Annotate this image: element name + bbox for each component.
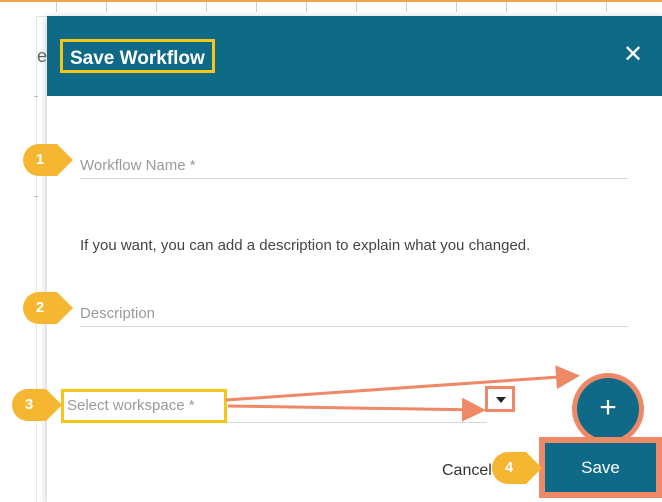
workspace-select[interactable]: Select workspace *	[61, 389, 227, 423]
workspace-dropdown-button[interactable]	[485, 386, 515, 412]
callout-badge-1: 1	[23, 144, 73, 176]
close-icon[interactable]: ✕	[621, 43, 645, 67]
plus-icon: +	[577, 378, 639, 440]
save-workflow-dialog: Save Workflow ✕ If you want, you can add…	[47, 16, 662, 502]
workspace-underline	[227, 422, 487, 423]
callout-badge-3: 3	[12, 389, 62, 421]
callout-badge-4: 4	[492, 452, 542, 484]
callout-badge-2: 2	[23, 292, 73, 324]
add-workspace-button[interactable]: +	[572, 373, 644, 445]
save-button-label: Save	[545, 443, 656, 492]
background-ruler	[36, 2, 662, 17]
background-left-panel	[0, 16, 38, 502]
description-input[interactable]	[80, 300, 628, 327]
workflow-name-input[interactable]	[80, 152, 628, 179]
background-partial-text: e	[37, 46, 48, 66]
chevron-down-icon	[496, 397, 506, 403]
description-hint: If you want, you can add a description t…	[80, 237, 531, 254]
dialog-title: Save Workflow	[60, 39, 215, 73]
save-button[interactable]: Save	[539, 437, 662, 498]
dialog-header: Save Workflow ✕	[47, 16, 662, 96]
